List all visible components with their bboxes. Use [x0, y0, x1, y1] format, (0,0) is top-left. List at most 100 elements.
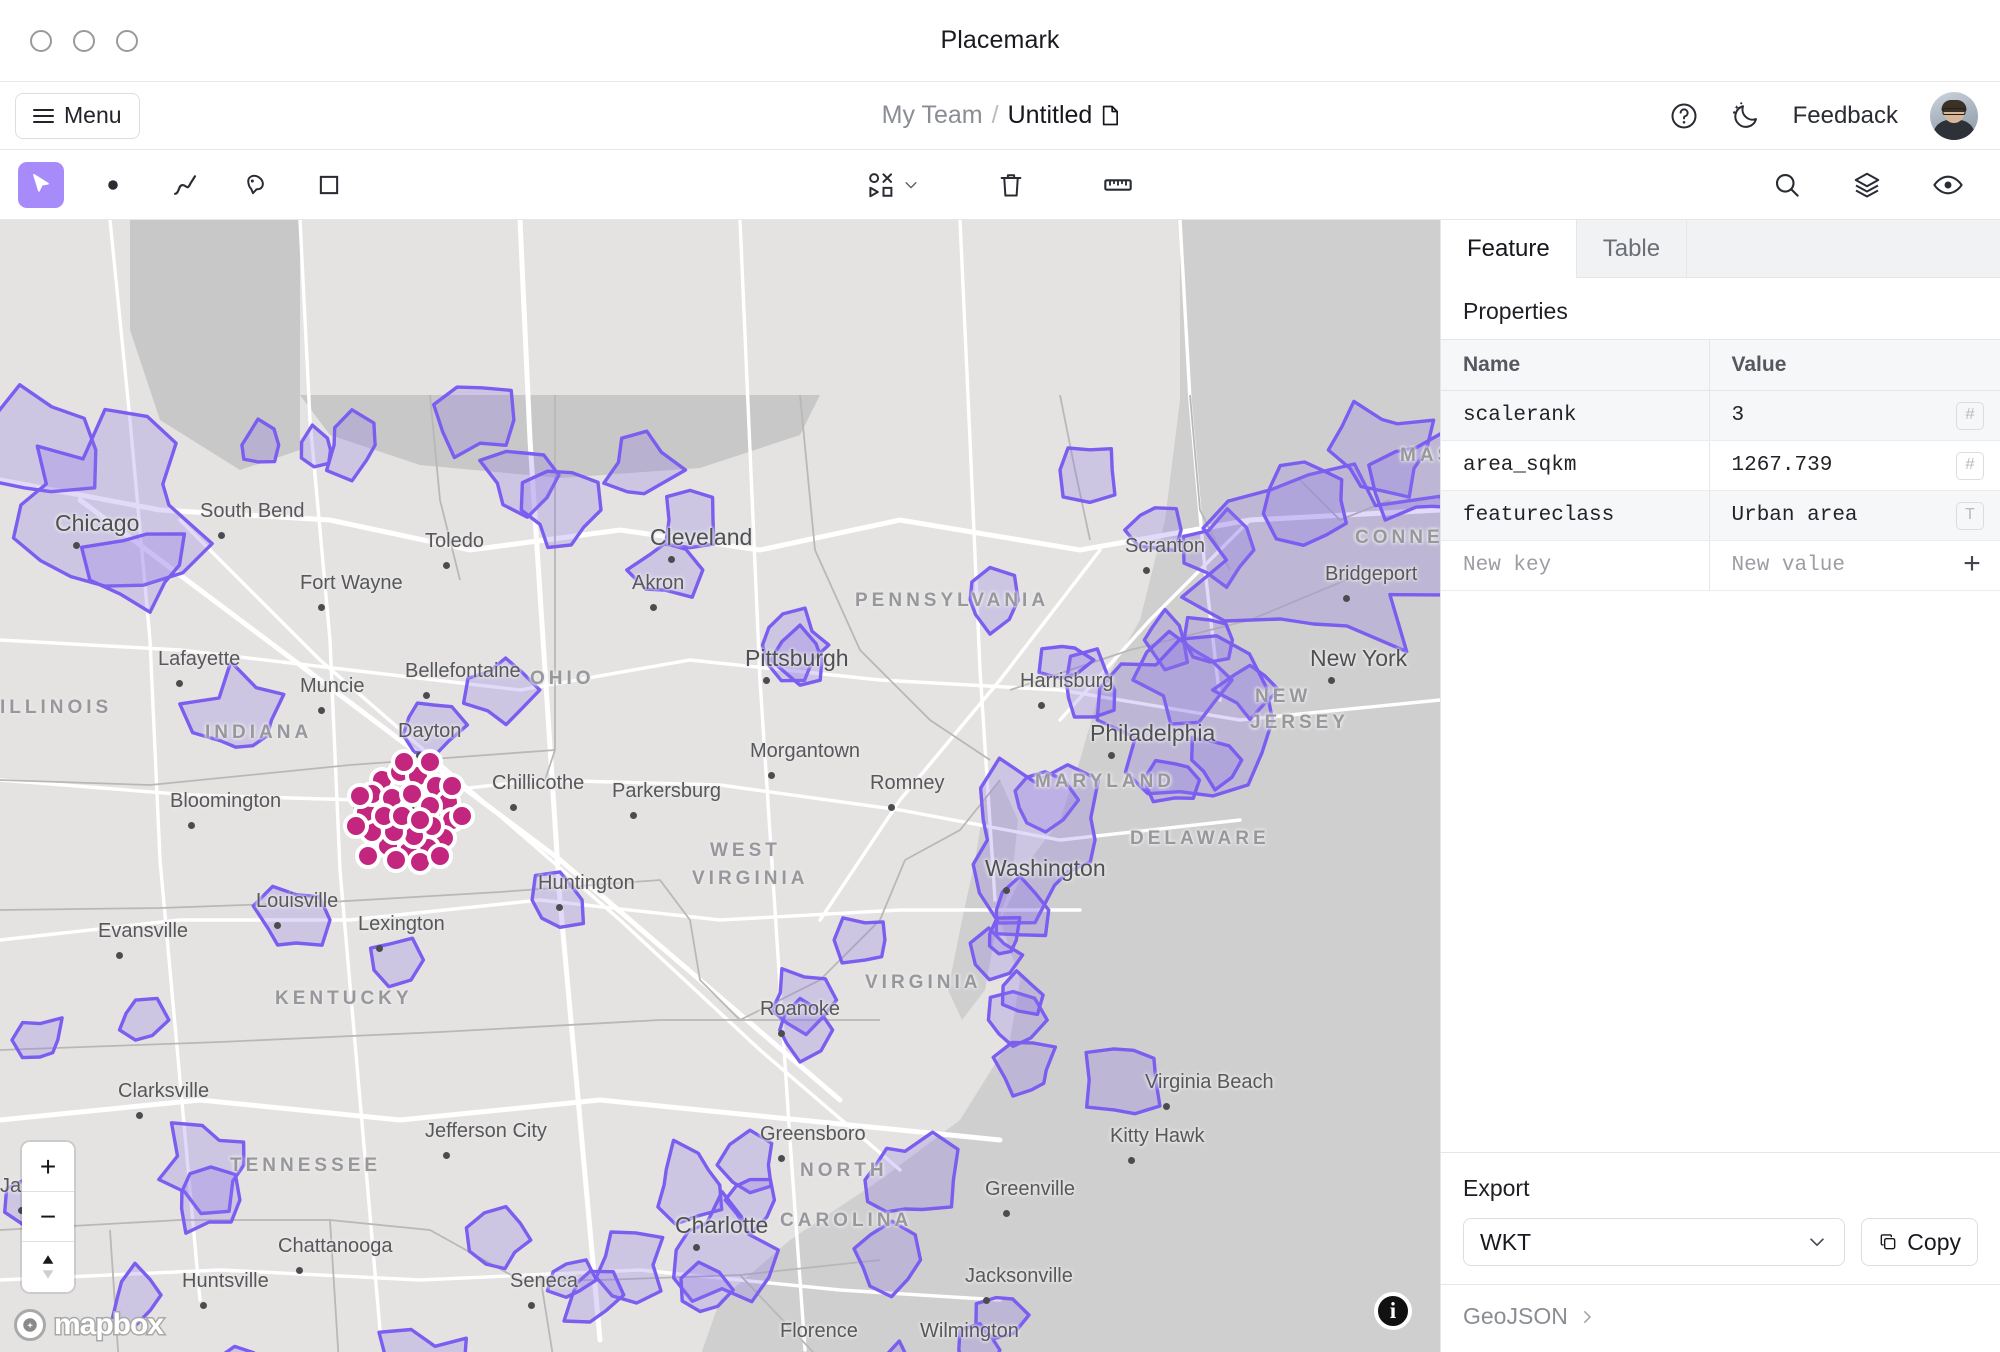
- selected-feature-vertex[interactable]: [355, 843, 381, 869]
- toolbar-draw-tools: [0, 162, 352, 208]
- map-city-label: Lafayette: [158, 648, 240, 671]
- property-name[interactable]: scalerank: [1441, 391, 1709, 441]
- tab-table[interactable]: Table: [1576, 220, 1686, 278]
- map-state-label: TENNESSEE: [230, 1155, 381, 1177]
- toolbar-center-tools: [866, 169, 1134, 201]
- app-root: Placemark Menu My Team / Untitled: [0, 0, 2000, 1352]
- zoom-in-button[interactable]: +: [22, 1142, 74, 1192]
- ruler-icon[interactable]: [1102, 169, 1134, 201]
- file-icon: [1101, 105, 1118, 126]
- map-city-dot: [296, 1267, 303, 1274]
- question-circle-icon[interactable]: [1669, 101, 1699, 131]
- map-city-label: Bloomington: [170, 790, 281, 813]
- breadcrumb-team[interactable]: My Team: [882, 101, 983, 130]
- column-header-name: Name: [1441, 340, 1709, 391]
- property-name[interactable]: featureclass: [1441, 491, 1709, 541]
- copy-button[interactable]: Copy: [1861, 1218, 1978, 1266]
- map-city-label: Clarksville: [118, 1080, 209, 1103]
- line-tool[interactable]: [162, 162, 208, 208]
- export-heading: Export: [1463, 1175, 1978, 1202]
- search-icon[interactable]: [1772, 170, 1802, 200]
- map-city-dot: [888, 804, 895, 811]
- polygon-tool[interactable]: [234, 162, 280, 208]
- map-city-label: Louisville: [256, 890, 338, 913]
- map-city-label: Bridgeport: [1325, 563, 1417, 586]
- map-city-label: Florence: [780, 1320, 858, 1343]
- map-city-label: Kitty Hawk: [1110, 1125, 1204, 1148]
- map-city-label: Jefferson City: [425, 1120, 547, 1143]
- property-type-badge[interactable]: #: [1956, 402, 1984, 430]
- map-canvas[interactable]: ChicagoSouth BendFort WayneToledoClevela…: [0, 220, 1440, 1352]
- map-city-label: Jacksonville: [965, 1265, 1073, 1288]
- zoom-out-button[interactable]: −: [22, 1192, 74, 1242]
- new-property-row[interactable]: New key New value +: [1441, 541, 2000, 591]
- window-traffic-lights: [30, 30, 138, 52]
- map-state-label: NORTH: [800, 1160, 888, 1182]
- map-info-button[interactable]: i: [1374, 1292, 1412, 1330]
- new-key-input[interactable]: New key: [1441, 541, 1709, 591]
- selected-feature-vertex[interactable]: [449, 803, 475, 829]
- geojson-link[interactable]: GeoJSON: [1441, 1284, 2000, 1352]
- export-format-select[interactable]: WKT: [1463, 1218, 1845, 1266]
- rectangle-tool[interactable]: [306, 162, 352, 208]
- table-row[interactable]: scalerank 3 #: [1441, 391, 2000, 441]
- selected-feature-vertex[interactable]: [383, 847, 409, 873]
- window-close-button[interactable]: [30, 30, 52, 52]
- moon-stars-icon[interactable]: [1731, 101, 1761, 131]
- map-viewport[interactable]: ChicagoSouth BendFort WayneToledoClevela…: [0, 220, 1440, 1352]
- chevron-right-icon: [1578, 1308, 1596, 1326]
- property-name[interactable]: area_sqkm: [1441, 441, 1709, 491]
- map-city-label: Chicago: [55, 510, 139, 537]
- selected-feature-vertex[interactable]: [427, 843, 453, 869]
- window-minimize-button[interactable]: [73, 30, 95, 52]
- avatar[interactable]: [1930, 92, 1978, 140]
- selected-feature-vertex[interactable]: [347, 783, 373, 809]
- window-titlebar: Placemark: [0, 0, 2000, 82]
- property-type-badge[interactable]: T: [1956, 502, 1984, 530]
- map-state-label: ILLINOIS: [0, 697, 112, 719]
- map-city-label: Parkersburg: [612, 780, 721, 803]
- map-city-label: Washington: [985, 855, 1106, 882]
- eye-icon[interactable]: [1932, 169, 1964, 201]
- trash-icon[interactable]: [996, 170, 1026, 200]
- map-city-label: Lexington: [358, 913, 445, 936]
- cursor-tool[interactable]: [18, 162, 64, 208]
- selected-feature-vertex[interactable]: [407, 807, 433, 833]
- tab-feature[interactable]: Feature: [1441, 220, 1576, 278]
- menu-button[interactable]: Menu: [15, 93, 140, 139]
- new-value-placeholder: New value: [1732, 554, 1845, 577]
- selected-feature-vertex[interactable]: [439, 773, 465, 799]
- map-state-label: MASS: [1400, 445, 1440, 467]
- new-value-input[interactable]: New value +: [1709, 541, 2000, 591]
- point-tool[interactable]: [90, 162, 136, 208]
- table-row[interactable]: featureclass Urban area T: [1441, 491, 2000, 541]
- selected-feature-vertex[interactable]: [417, 749, 443, 775]
- compass-icon[interactable]: [22, 1242, 74, 1292]
- copy-button-label: Copy: [1907, 1229, 1961, 1256]
- map-city-dot: [1128, 1157, 1135, 1164]
- map-city-dot: [443, 1152, 450, 1159]
- property-value[interactable]: 3 #: [1709, 391, 2000, 441]
- table-row[interactable]: area_sqkm 1267.739 #: [1441, 441, 2000, 491]
- breadcrumb-document[interactable]: Untitled: [1008, 101, 1093, 130]
- map-city-label: Greensboro: [760, 1123, 866, 1146]
- map-city-label: Akron: [632, 572, 684, 595]
- layers-icon[interactable]: [1852, 170, 1882, 200]
- selected-feature-vertex[interactable]: [343, 813, 369, 839]
- selected-feature-vertex[interactable]: [391, 749, 417, 775]
- map-city-dot: [73, 542, 80, 549]
- property-value[interactable]: Urban area T: [1709, 491, 2000, 541]
- window-maximize-button[interactable]: [116, 30, 138, 52]
- feedback-button[interactable]: Feedback: [1793, 102, 1898, 130]
- map-city-label: Scranton: [1125, 535, 1205, 558]
- property-type-badge[interactable]: #: [1956, 452, 1984, 480]
- panel-tabs: Feature Table: [1441, 220, 2000, 278]
- export-format-value: WKT: [1480, 1229, 1531, 1256]
- mapbox-attribution[interactable]: mapbox: [14, 1308, 163, 1342]
- plus-icon[interactable]: +: [1956, 550, 1988, 582]
- map-city-label: Huntsville: [182, 1270, 269, 1293]
- map-city-dot: [200, 1302, 207, 1309]
- property-value[interactable]: 1267.739 #: [1709, 441, 2000, 491]
- boolean-operations-button[interactable]: [866, 170, 920, 200]
- map-state-label: CONNECTICUT: [1355, 527, 1440, 549]
